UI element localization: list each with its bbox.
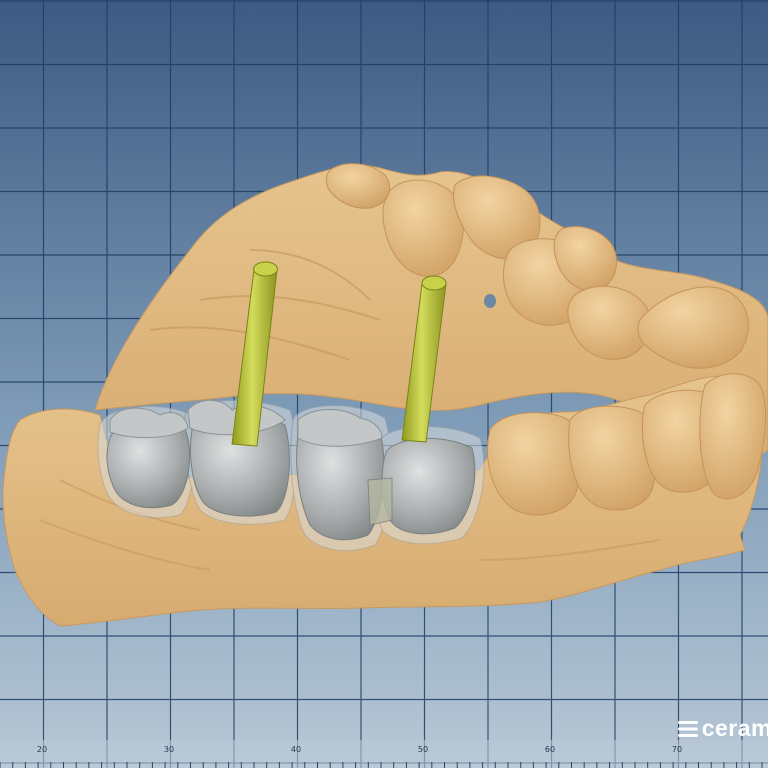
- cad-3d-viewport[interactable]: 20 30 40 50 60 70 ceram: [0, 0, 768, 768]
- crown-4: [381, 437, 476, 535]
- ceramill-logo-icon: [677, 720, 698, 737]
- ruler-label-70: 70: [671, 745, 683, 754]
- bridge-connector: [367, 477, 393, 526]
- model-hole: [484, 294, 496, 308]
- dental-scene[interactable]: [0, 0, 768, 768]
- brand-text: ceram: [701, 715, 768, 741]
- ruler-ticks: [0, 762, 763, 768]
- brand-watermark: ceram: [677, 715, 768, 742]
- ruler-strip: [0, 740, 768, 768]
- ruler-label-20: 20: [36, 745, 48, 754]
- ruler-label-40: 40: [290, 745, 302, 754]
- ruler-label-60: 60: [544, 745, 556, 754]
- ruler-label-30: 30: [163, 745, 175, 754]
- ruler-label-50: 50: [417, 745, 429, 754]
